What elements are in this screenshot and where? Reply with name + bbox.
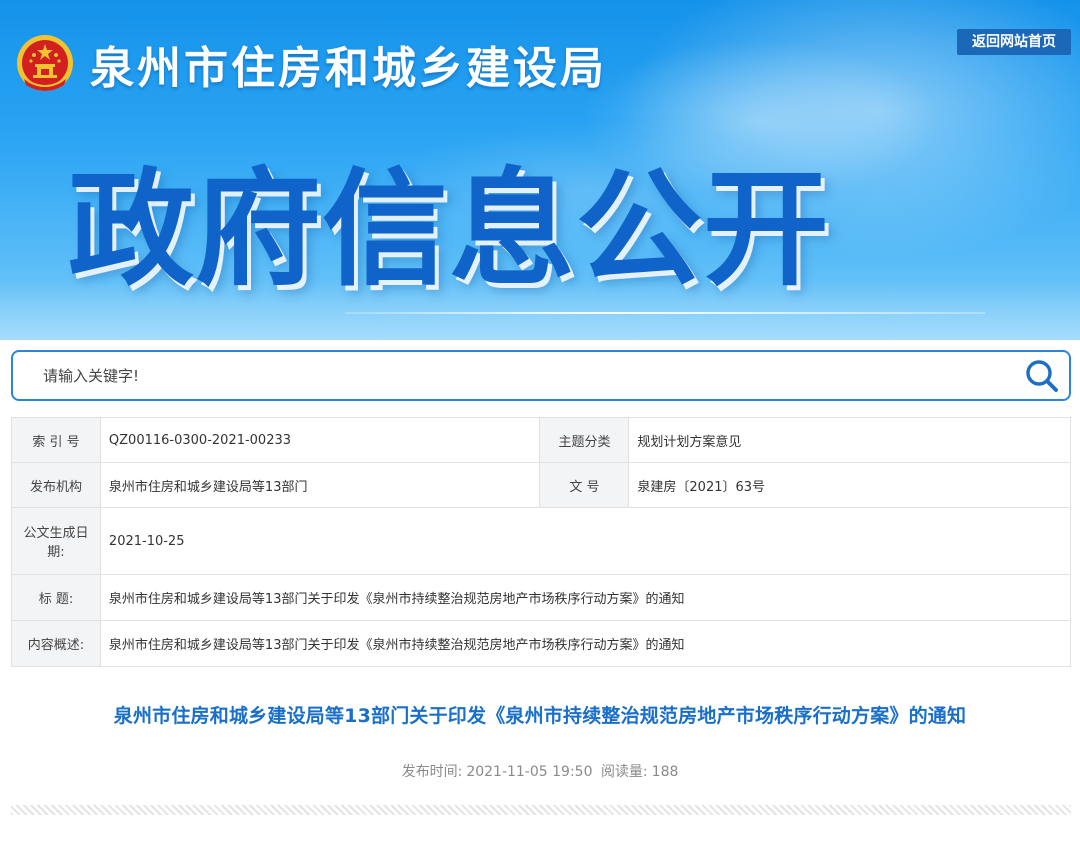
site-title: 泉州市住房和城乡建设局 <box>90 43 607 94</box>
document-info-table: 索 引 号 QZ00116-0300-2021-00233 主题分类 规划计划方… <box>11 417 1072 667</box>
banner-divider <box>345 312 985 314</box>
document-number-value: 泉建房〔2021〕63号 <box>628 462 1071 508</box>
index-number-label: 索 引 号 <box>11 417 101 463</box>
article-title: 泉州市住房和城乡建设局等13部门关于印发《泉州市持续整治规范房地产市场秩序行动方… <box>113 705 967 727</box>
document-date-label: 公文生成日期: <box>11 507 101 575</box>
publish-time-label: 发布时间: <box>401 764 463 780</box>
publish-time-value: 2021-11-05 19:50 <box>466 764 593 780</box>
agency-label: 发布机构 <box>11 462 101 508</box>
table-row: 索 引 号 QZ00116-0300-2021-00233 主题分类 规划计划方… <box>11 417 1071 463</box>
article-meta: 发布时间: 2021-11-05 19:50 阅读量: 188 <box>0 761 1080 781</box>
summary-label: 内容概述: <box>11 620 101 667</box>
table-row: 内容概述: 泉州市住房和城乡建设局等13部门关于印发《泉州市持续整治规范房地产市… <box>11 620 1072 667</box>
title-label: 标 题: <box>11 574 101 621</box>
index-number-value: QZ00116-0300-2021-00233 <box>99 417 541 463</box>
search-bar <box>11 350 1071 401</box>
search-icon[interactable] <box>1023 358 1061 394</box>
back-home-button[interactable]: 返回网站首页 <box>957 29 1071 55</box>
banner-heading: 政府信息公开 <box>68 156 830 303</box>
category-value: 规划计划方案意见 <box>628 417 1071 463</box>
national-emblem-icon <box>17 35 73 91</box>
section-divider <box>11 805 1071 815</box>
table-row: 标 题: 泉州市住房和城乡建设局等13部门关于印发《泉州市持续整治规范房地产市场… <box>11 574 1072 621</box>
agency-value: 泉州市住房和城乡建设局等13部门 <box>99 462 541 508</box>
summary-value: 泉州市住房和城乡建设局等13部门关于印发《泉州市持续整治规范房地产市场秩序行动方… <box>99 620 1072 667</box>
views-label: 阅读量: <box>600 764 648 780</box>
title-value: 泉州市住房和城乡建设局等13部门关于印发《泉州市持续整治规范房地产市场秩序行动方… <box>99 574 1072 621</box>
search-input[interactable] <box>43 352 1003 399</box>
header-banner: 泉州市住房和城乡建设局 返回网站首页 政府信息公开 <box>0 0 1080 340</box>
table-row: 发布机构 泉州市住房和城乡建设局等13部门 文 号 泉建房〔2021〕63号 <box>11 462 1071 508</box>
document-number-label: 文 号 <box>539 462 630 508</box>
document-date-value: 2021-10-25 <box>99 507 1072 575</box>
category-label: 主题分类 <box>539 417 630 463</box>
views-count: 188 <box>651 764 679 780</box>
table-row: 公文生成日期: 2021-10-25 <box>11 507 1072 575</box>
